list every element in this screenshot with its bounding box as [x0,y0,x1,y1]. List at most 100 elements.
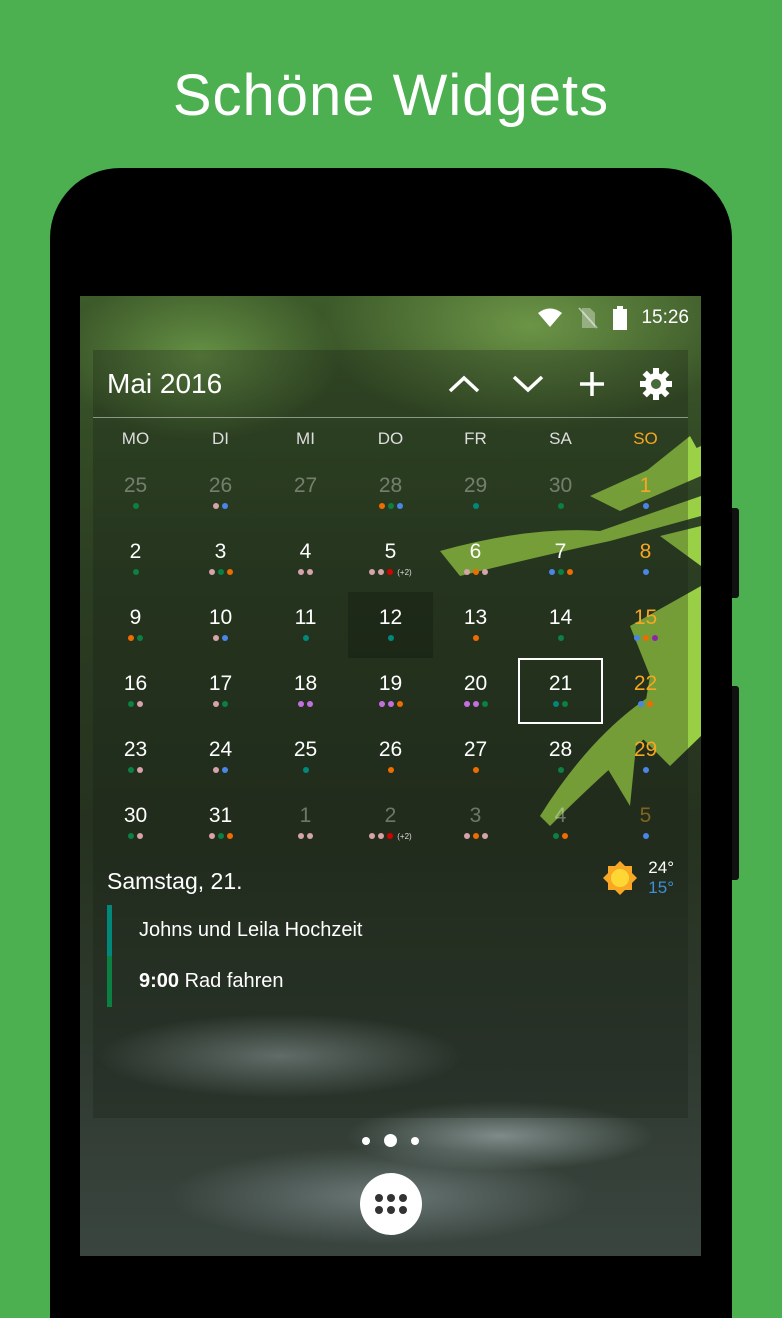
next-month-button[interactable] [496,359,560,409]
day-cell[interactable]: 30 [518,460,603,526]
day-cell[interactable]: 29 [433,460,518,526]
day-cell[interactable]: 30 [93,790,178,856]
agenda-date: Samstag, 21. [107,868,243,894]
day-cell[interactable]: 26 [348,724,433,790]
day-cell[interactable]: 27 [433,724,518,790]
day-number: 25 [293,738,318,761]
event-dots [433,568,518,576]
day-cell[interactable]: 27 [263,460,348,526]
settings-icon [640,367,672,400]
weekday-label: SO [633,429,658,448]
day-cell[interactable]: 10 [178,592,263,658]
event-dot [302,635,309,641]
event-dot [387,569,394,575]
event-dot [222,767,228,773]
day-cell[interactable]: 5 (+2) [348,526,433,592]
event-dots [93,766,178,774]
event-dot [307,833,313,839]
event-dots [263,832,348,840]
previous-month-button[interactable] [432,359,496,409]
add-event-button[interactable] [560,359,624,409]
day-cell[interactable]: 26 [178,460,263,526]
weather: 24° 15° [600,858,674,898]
day-number: 7 [554,540,567,563]
event-dot [557,767,564,773]
day-cell[interactable]: 17 [178,658,263,724]
event-dot [566,569,573,575]
event-dots [603,766,688,774]
day-cell[interactable]: 7 [518,526,603,592]
day-cell[interactable]: 18 [263,658,348,724]
event-dot [642,569,649,575]
day-cell-selected[interactable]: 21 [518,658,603,724]
day-cell[interactable]: 2 [93,526,178,592]
event-dot [302,767,309,773]
status-time: 15:26 [641,307,689,328]
calendar-widget: Mai 2016 MO DI MI DO FR SA SO 25 26 27 28 29 30 1 2 3 4… [93,350,688,1118]
page-indicator [80,1134,701,1147]
day-cell[interactable]: 31 [178,790,263,856]
page-dot-active[interactable] [384,1134,397,1147]
event-item[interactable]: 9:00 Rad fahren [107,956,674,1007]
day-number: 10 [208,606,233,629]
day-cell[interactable]: 3 [433,790,518,856]
day-cell[interactable]: 28 [348,460,433,526]
day-cell[interactable]: 14 [518,592,603,658]
day-cell[interactable]: 12 [348,592,433,658]
day-cell[interactable]: 19 [348,658,433,724]
day-number: 27 [293,474,318,497]
day-number: 28 [548,738,573,761]
day-cell[interactable]: 3 [178,526,263,592]
day-cell[interactable]: 20 [433,658,518,724]
settings-button[interactable] [624,359,688,409]
day-cell[interactable]: 25 [263,724,348,790]
more-events-count: (+2) [397,831,412,841]
day-cell[interactable]: 1 [263,790,348,856]
event-dot [137,635,143,641]
day-cell[interactable]: 28 [518,724,603,790]
day-cell[interactable]: 9 [93,592,178,658]
day-cell[interactable]: 23 [93,724,178,790]
event-dots [518,502,603,510]
event-dot [642,833,649,839]
day-number: 1 [299,804,312,827]
day-cell[interactable]: 1 [603,460,688,526]
day-cell[interactable]: 4 [263,526,348,592]
day-cell[interactable]: 6 [433,526,518,592]
app-drawer-button[interactable] [360,1173,422,1235]
event-dots [178,634,263,642]
event-dots [603,502,688,510]
event-dot [132,503,139,509]
event-dots [433,634,518,642]
day-cell[interactable]: 16 [93,658,178,724]
event-dots [263,700,348,708]
day-cell[interactable]: 15 [603,592,688,658]
event-list: Johns und Leila Hochzeit 9:00 Rad fahren [107,905,674,1007]
day-cell[interactable]: 2 (+2) [348,790,433,856]
widget-header: Mai 2016 [93,350,688,418]
day-cell[interactable]: 24 [178,724,263,790]
weekday-label: MI [296,429,315,448]
day-cell[interactable]: 25 [93,460,178,526]
event-dots [263,568,348,576]
day-cell[interactable]: 11 [263,592,348,658]
event-dot [213,767,219,773]
day-cell[interactable]: 13 [433,592,518,658]
event-dots [178,502,263,510]
day-number: 2 [129,540,142,563]
day-cell[interactable]: 22 [603,658,688,724]
agenda: Samstag, 21. 24° 15° Johns und Leila Hoc… [93,856,688,1007]
more-events-count: (+2) [397,567,412,577]
day-number: 13 [463,606,488,629]
day-cell[interactable]: 4 [518,790,603,856]
month-title[interactable]: Mai 2016 [107,368,432,400]
day-cell[interactable]: 29 [603,724,688,790]
day-cell[interactable]: 5 [603,790,688,856]
page-dot[interactable] [411,1136,419,1145]
chevron-up-icon [448,375,480,392]
event-dot [217,833,224,839]
day-cell[interactable]: 8 [603,526,688,592]
event-item[interactable]: Johns und Leila Hochzeit [107,905,674,956]
day-number: 22 [633,672,658,695]
page-dot[interactable] [362,1136,370,1145]
